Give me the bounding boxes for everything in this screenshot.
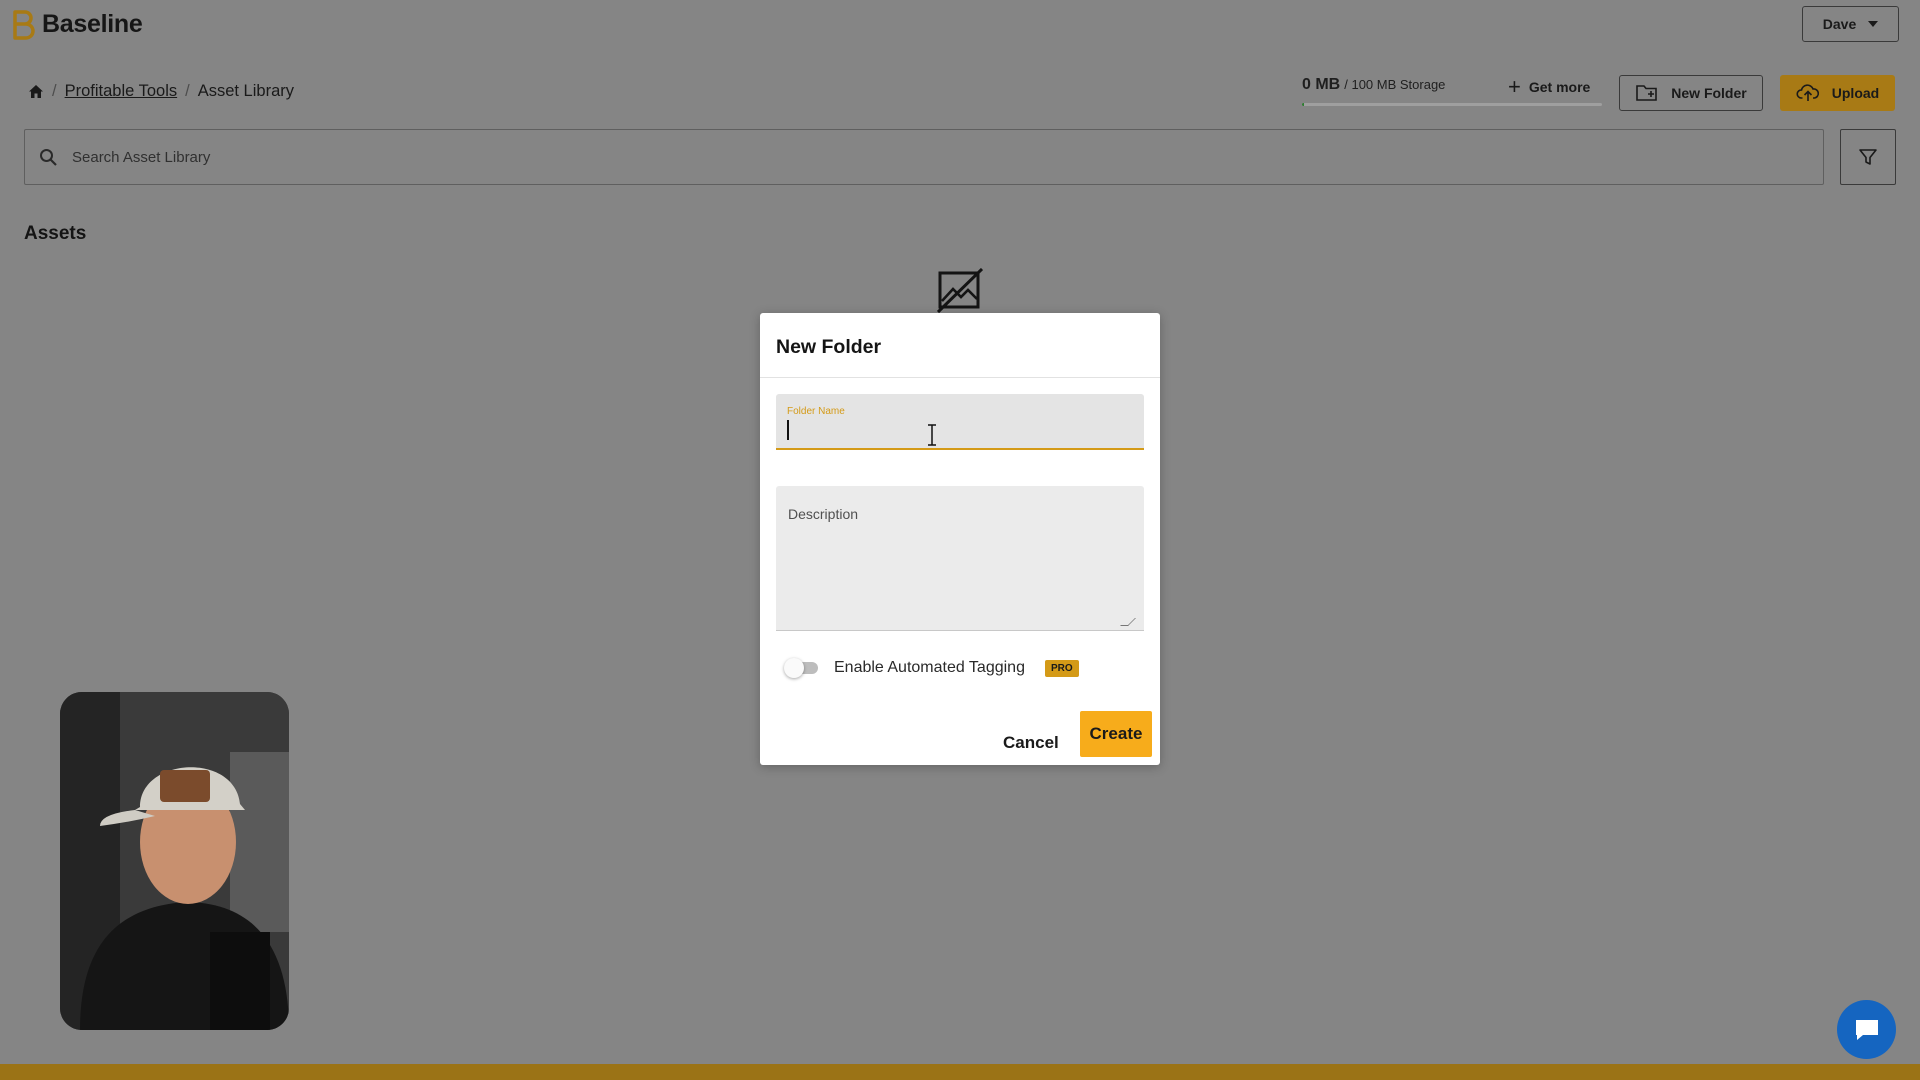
storage-progress-bar: [1302, 103, 1602, 106]
description-textarea[interactable]: [776, 486, 1144, 630]
folder-name-input[interactable]: [787, 420, 1133, 440]
user-name: Dave: [1822, 16, 1857, 32]
new-folder-dialog: New Folder Folder Name Enable Automated …: [760, 313, 1160, 765]
folder-name-label: Folder Name: [787, 406, 845, 417]
automated-tagging-toggle[interactable]: [784, 658, 818, 678]
search-bar[interactable]: [24, 129, 1824, 185]
chat-launcher-button[interactable]: [1837, 1000, 1896, 1059]
breadcrumb-asset-library: Asset Library: [197, 82, 294, 100]
webcam-video: [60, 692, 289, 1030]
app-logo[interactable]: Baseline: [10, 8, 143, 40]
get-more-button[interactable]: + Get more: [1508, 74, 1591, 99]
folder-name-field[interactable]: Folder Name: [776, 394, 1144, 450]
get-more-label: Get more: [1528, 79, 1591, 95]
chat-icon: [1855, 1019, 1878, 1040]
webcam-presenter-image: [60, 692, 289, 1030]
text-cursor-icon: [928, 424, 936, 446]
storage-progress-fill: [1302, 103, 1305, 106]
assets-heading: Assets: [24, 223, 87, 244]
breadcrumb-separator: /: [185, 82, 190, 100]
no-image-icon: [937, 268, 983, 314]
filter-icon: [1859, 149, 1877, 165]
upload-button[interactable]: Upload: [1780, 75, 1895, 111]
new-folder-icon: [1636, 85, 1658, 101]
breadcrumb-profitable-tools[interactable]: Profitable Tools: [65, 82, 178, 101]
home-icon[interactable]: [28, 84, 44, 99]
chevron-down-icon: [1868, 21, 1879, 27]
dialog-title: New Folder: [760, 313, 1160, 378]
cancel-button[interactable]: Cancel: [1003, 721, 1059, 765]
pro-badge: PRO: [1044, 659, 1079, 677]
automated-tagging-label: Enable Automated Tagging: [834, 659, 1025, 676]
filter-button[interactable]: [1840, 129, 1896, 185]
upload-cloud-icon: [1796, 84, 1819, 101]
search-icon: [40, 148, 57, 166]
new-folder-label: New Folder: [1671, 85, 1747, 101]
bottom-accent-bar: [0, 1064, 1920, 1080]
breadcrumb-separator: /: [52, 82, 57, 100]
user-menu-button[interactable]: Dave: [1802, 6, 1899, 42]
upload-label: Upload: [1831, 85, 1880, 101]
toggle-thumb: [784, 658, 804, 678]
automated-tagging-row: Enable Automated Tagging PRO: [784, 658, 1079, 678]
new-folder-button[interactable]: New Folder: [1619, 75, 1763, 111]
create-button[interactable]: Create: [1080, 711, 1152, 757]
storage-total: / 100 MB Storage: [1344, 77, 1446, 92]
breadcrumb: / Profitable Tools / Asset Library: [28, 82, 294, 101]
description-field[interactable]: [776, 486, 1144, 631]
app-name: Baseline: [42, 9, 143, 38]
plus-icon: +: [1508, 74, 1521, 99]
storage-used: 0 MB: [1302, 76, 1341, 93]
search-input[interactable]: [72, 148, 1672, 166]
baseline-logo-icon: [13, 10, 35, 40]
